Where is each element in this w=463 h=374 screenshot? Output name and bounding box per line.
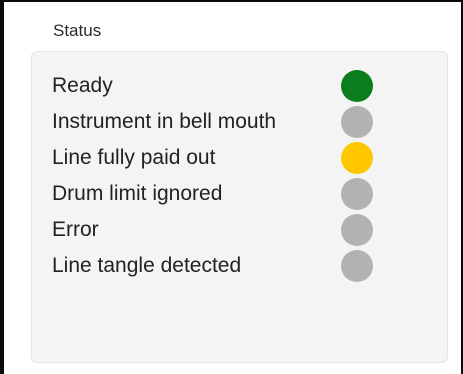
status-label: Drum limit ignored (52, 182, 223, 205)
status-label: Line tangle detected (52, 254, 242, 277)
status-indicator-light (341, 214, 373, 246)
status-row-drum-limit-ignored: Drum limit ignored (52, 178, 377, 210)
status-row-instrument-in-bell-mouth: Instrument in bell mouth (52, 106, 377, 138)
status-row-line-tangle-detected: Line tangle detected (52, 250, 377, 282)
status-group-title: Status (53, 21, 102, 40)
status-row-line-fully-paid-out: Line fully paid out (52, 142, 377, 174)
status-indicator-light (341, 178, 373, 210)
status-label: Error (52, 218, 99, 241)
status-indicator-light (341, 142, 373, 174)
status-label: Instrument in bell mouth (52, 110, 277, 133)
status-row-error: Error (52, 214, 377, 246)
status-indicator-light (341, 106, 373, 138)
status-indicator-light (341, 70, 373, 102)
status-indicator-light (341, 250, 373, 282)
status-label: Line fully paid out (52, 146, 216, 169)
status-row-ready: Ready (52, 70, 377, 102)
status-label: Ready (52, 74, 113, 97)
